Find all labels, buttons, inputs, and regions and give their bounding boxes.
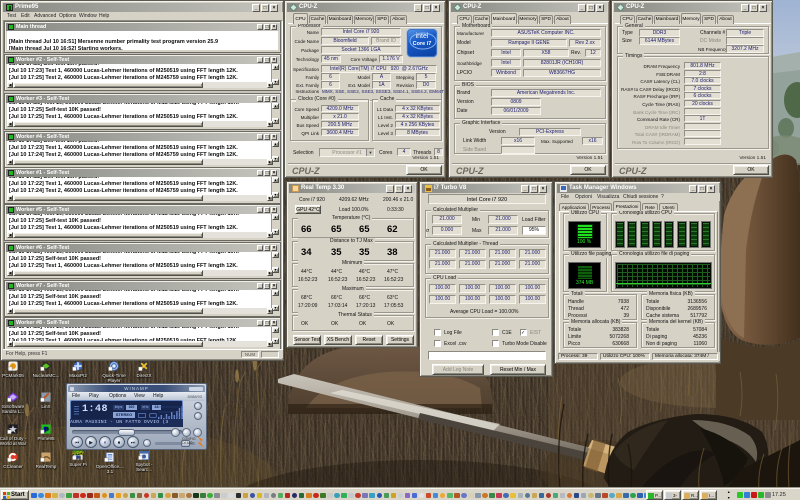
svg-text:PI: PI (76, 455, 81, 460)
